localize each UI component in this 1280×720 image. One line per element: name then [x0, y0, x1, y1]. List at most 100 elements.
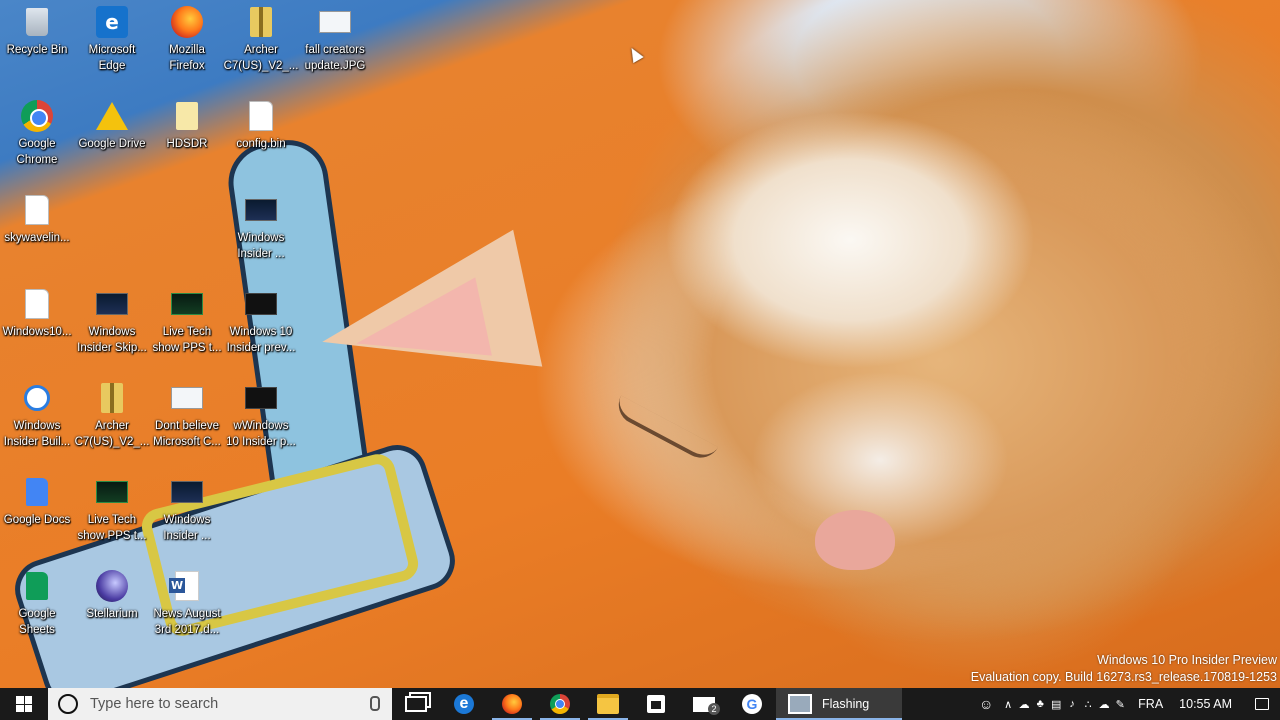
system-tray: ☺ ∧ ☁ ♣ ▤ ♪ ∴ ☁ ✎ FRA 10:55 AM [972, 688, 1280, 720]
desktop-icon-label: Archer C7(US)_V2_... [74, 420, 150, 448]
desktop-icon-wwindows-10-insider[interactable]: wWindows 10 Insider p... [224, 378, 298, 468]
pen-icon[interactable]: ✎ [1112, 688, 1128, 720]
taskbar-chrome-button[interactable] [536, 688, 584, 720]
app-tray-icon[interactable]: ♣ [1032, 688, 1048, 720]
mail-badge: 2 [708, 703, 720, 715]
desktop-icon-mozilla-firefox[interactable]: Mozilla Firefox [150, 2, 224, 92]
desktop-icon-google-drive[interactable]: Google Drive [75, 96, 149, 186]
desktop-icon-label: Archer C7(US)_V2_... [223, 44, 299, 72]
clock[interactable]: 10:55 AM [1179, 697, 1232, 711]
desktop-icon-stellarium[interactable]: Stellarium [75, 566, 149, 656]
firefox-icon [171, 6, 203, 38]
desktop-icon-label: config.bin [236, 138, 286, 150]
language-indicator[interactable]: FRA [1138, 697, 1163, 711]
edge-icon: e [96, 6, 128, 38]
desktop-icon-windows-insider-build[interactable]: Windows Insider Buil... [0, 378, 74, 468]
action-center-button[interactable] [1244, 688, 1280, 720]
search-placeholder: Type here to search [90, 696, 219, 712]
desktop-icon-label: Stellarium [86, 608, 138, 620]
desktop-icon-live-tech-2[interactable]: Live Tech show PPS t... [75, 472, 149, 562]
desktop-icon-label: Microsoft Edge [88, 44, 136, 72]
taskbar-search-box[interactable]: Type here to search [48, 688, 392, 720]
network-icon[interactable]: ▤ [1048, 688, 1064, 720]
taskbar-flashing-app-button[interactable]: Flashing [776, 688, 902, 720]
volume-icon[interactable]: ♪ [1064, 688, 1080, 720]
onedrive-icon[interactable]: ☁ [1016, 688, 1032, 720]
cloud-sync-icon[interactable]: ☁ [1096, 688, 1112, 720]
desktop-icon-windows-10-insider-prev[interactable]: Windows 10 Insider prev... [224, 284, 298, 374]
desktop-icon-news-august[interactable]: News August 3rd 2017.d... [150, 566, 224, 656]
file-icon [245, 100, 277, 132]
taskbar-edge-button[interactable]: e [440, 688, 488, 720]
taskbar-firefox-button[interactable] [488, 688, 536, 720]
desktop-icon-label: Windows Insider Skip... [77, 326, 147, 354]
desktop-icon-label: skywavelin... [4, 232, 70, 244]
folder-icon [597, 694, 619, 714]
desktop-icon-google-sheets[interactable]: Google Sheets [0, 566, 74, 656]
start-button[interactable] [0, 688, 48, 720]
taskbar-store-button[interactable] [632, 688, 680, 720]
recycle-bin-icon [21, 6, 53, 38]
image-file-icon [171, 382, 203, 414]
desktop-icon-archer-1[interactable]: Archer C7(US)_V2_... [224, 2, 298, 92]
people-icon[interactable]: ☺ [972, 688, 1000, 720]
evaluation-watermark: Windows 10 Pro Insider Preview Evaluatio… [971, 652, 1277, 686]
screenshot-file-icon [96, 288, 128, 320]
desktop-icon-recycle-bin[interactable]: Recycle Bin [0, 2, 74, 92]
desktop-icon-label: Recycle Bin [6, 44, 68, 56]
desktop-icon-label: Dont believe Microsoft C... [153, 420, 221, 448]
chrome-icon [550, 694, 570, 714]
taskbar-app-label: Flashing [822, 697, 870, 711]
desktop-icon-label: Google Docs [3, 514, 71, 526]
file-icon [21, 288, 53, 320]
google-sheets-icon [21, 570, 53, 602]
desktop: Recycle Bin Google Chrome skywavelin... … [0, 0, 1280, 688]
desktop-icon-windows-insider-3[interactable]: Windows Insider ... [150, 472, 224, 562]
desktop-icon-windows-insider-1[interactable]: Windows Insider ... [224, 190, 298, 280]
desktop-icon-config-bin[interactable]: config.bin [224, 96, 298, 186]
stellarium-icon [96, 570, 128, 602]
archive-icon [245, 6, 277, 38]
edge-icon: e [454, 694, 474, 714]
google-icon: G [742, 694, 762, 714]
notification-icon [1255, 698, 1269, 710]
desktop-icon-skywavelin[interactable]: skywavelin... [0, 190, 74, 280]
chrome-icon [21, 100, 53, 132]
desktop-icon-label: fall creators update.JPG [304, 44, 366, 72]
desktop-icon-label: Live Tech show PPS t... [152, 326, 222, 354]
desktop-icon-label: News August 3rd 2017.d... [153, 608, 221, 636]
desktop-icon-label: Google Sheets [18, 608, 56, 636]
google-drive-icon [96, 100, 128, 132]
taskbar-google-button[interactable]: G [728, 688, 776, 720]
desktop-icon-microsoft-edge[interactable]: e Microsoft Edge [75, 2, 149, 92]
screenshot-file-icon [245, 194, 277, 226]
desktop-icon-label: Google Drive [78, 138, 146, 150]
desktop-icon-archer-2[interactable]: Archer C7(US)_V2_... [75, 378, 149, 468]
image-file-icon [319, 6, 351, 38]
desktop-icon-google-docs[interactable]: Google Docs [0, 472, 74, 562]
taskbar-file-explorer-button[interactable] [584, 688, 632, 720]
microphone-icon[interactable] [370, 696, 380, 711]
desktop-icon-live-tech-1[interactable]: Live Tech show PPS t... [150, 284, 224, 374]
desktop-icon-hdsdr[interactable]: HDSDR [150, 96, 224, 186]
file-icon [21, 194, 53, 226]
desktop-icon-windows10[interactable]: Windows10... [0, 284, 74, 374]
desktop-icon-fall-creators-update[interactable]: fall creators update.JPG [298, 2, 372, 92]
google-docs-icon [21, 476, 53, 508]
desktop-icon-dont-believe[interactable]: Dont believe Microsoft C... [150, 378, 224, 468]
task-view-icon [405, 696, 427, 712]
archive-icon [96, 382, 128, 414]
desktop-icon-label: wWindows 10 Insider p... [226, 420, 296, 448]
desktop-icon-windows-insider-skip[interactable]: Windows Insider Skip... [75, 284, 149, 374]
word-document-icon [169, 570, 203, 602]
wifi-icon[interactable]: ∴ [1080, 688, 1096, 720]
video-file-icon [171, 288, 203, 320]
desktop-icon-google-chrome[interactable]: Google Chrome [0, 96, 74, 186]
taskbar-mail-button[interactable]: 2 [680, 688, 728, 720]
desktop-icon-label: HDSDR [166, 138, 208, 150]
task-view-button[interactable] [392, 688, 440, 720]
video-file-icon [245, 288, 277, 320]
show-hidden-icons-chevron-icon[interactable]: ∧ [1000, 688, 1016, 720]
desktop-icon-label: Mozilla Firefox [169, 44, 205, 72]
screenshot-file-icon [171, 476, 203, 508]
